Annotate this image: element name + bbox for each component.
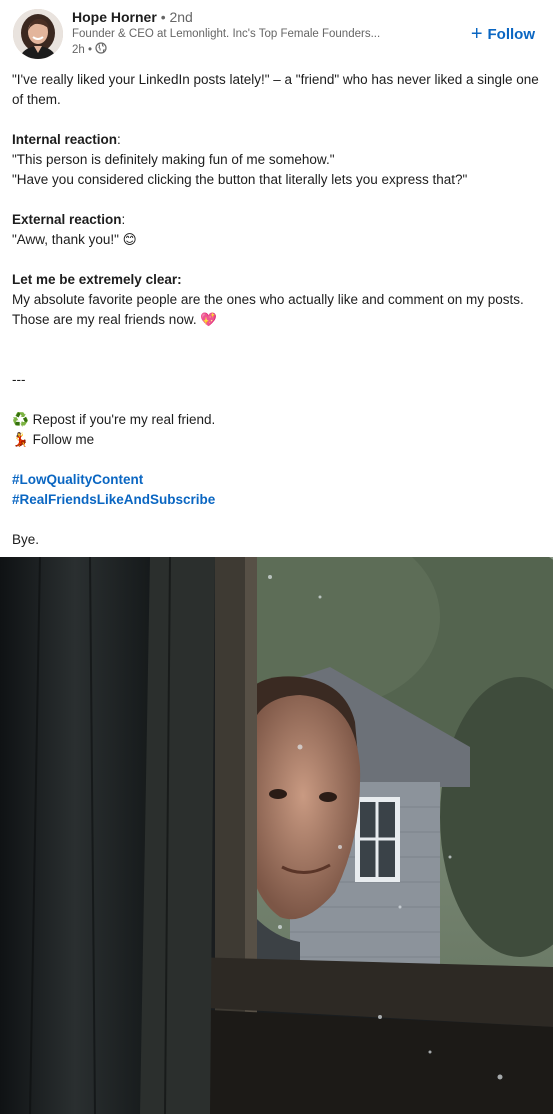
post-header: Hope Horner • 2nd Founder & CEO at Lemon… [0, 0, 553, 66]
globe-icon [95, 42, 107, 59]
dancer-icon: 💃 [12, 432, 29, 448]
author-headline: Founder & CEO at Lemonlight. Inc's Top F… [72, 28, 381, 40]
clear-heading: Let me be extremely clear: [12, 272, 182, 287]
connection-degree: • 2nd [160, 9, 193, 25]
post-time: 2h • [72, 44, 93, 56]
post-meta: 2h • [72, 42, 452, 59]
clear-body: My absolute favorite people are the ones… [12, 292, 524, 328]
follow-button[interactable]: + Follow [471, 22, 535, 46]
avatar-photo [13, 9, 63, 59]
author-info: Hope Horner • 2nd Founder & CEO at Lemon… [72, 8, 452, 59]
heart-icon: 💖 [200, 312, 218, 328]
post-intro: "I've really liked your LinkedIn posts l… [12, 72, 539, 107]
follow-button-label: Follow [487, 25, 536, 43]
external-reaction-heading: External reaction: [12, 212, 126, 227]
feed-post: Hope Horner • 2nd Founder & CEO at Lemon… [0, 0, 553, 1114]
author-name-row: Hope Horner • 2nd [72, 8, 452, 26]
divider-text: --- [12, 372, 26, 387]
recycle-icon: ♻️ [12, 412, 29, 428]
hashtag-low-quality-content[interactable]: #LowQualityContent [12, 470, 143, 490]
repost-line: ♻️ Repost if you're my real friend. [12, 412, 216, 428]
author-avatar[interactable] [13, 9, 63, 59]
post-image[interactable] [0, 557, 553, 1114]
post-text: "I've really liked your LinkedIn posts l… [12, 70, 540, 550]
post-signoff: Bye. [12, 532, 40, 547]
internal-reaction-line-2: "Have you considered clicking the button… [12, 172, 468, 187]
internal-reaction-heading: Internal reaction: [12, 132, 121, 147]
follow-line: 💃 Follow me [12, 432, 95, 448]
plus-icon: + [470, 23, 483, 45]
external-reaction-line: "Aww, thank you!" 😊 [12, 232, 137, 248]
window-photo [0, 557, 553, 1114]
internal-reaction-line-1: "This person is definitely making fun of… [12, 152, 335, 167]
smiling-face-icon: 😊 [122, 232, 137, 248]
author-name[interactable]: Hope Horner [72, 9, 157, 25]
hashtag-real-friends[interactable]: #RealFriendsLikeAndSubscribe [12, 490, 215, 510]
